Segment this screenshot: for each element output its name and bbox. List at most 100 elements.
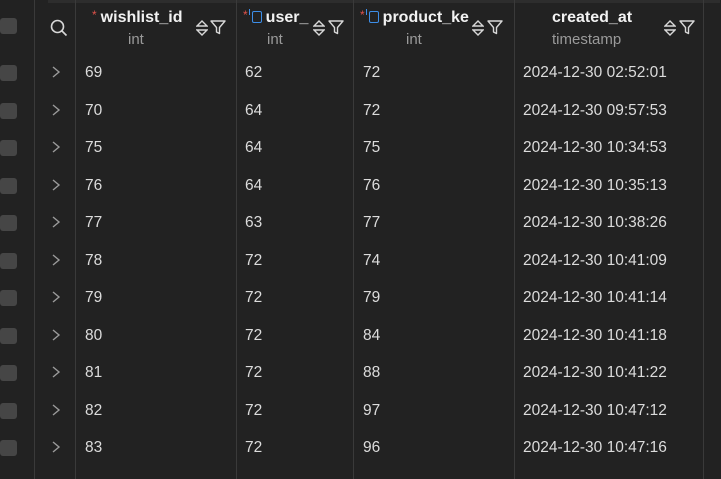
chevron-right-icon[interactable] — [50, 328, 62, 342]
chevron-right-icon[interactable] — [50, 178, 62, 192]
cell-wishlist-id[interactable]: 83 — [85, 429, 102, 466]
cell-user-[interactable]: 62 — [245, 54, 262, 91]
cell-user-[interactable]: 72 — [245, 317, 262, 354]
cell-product-ke[interactable]: 72 — [363, 92, 380, 129]
cell-user-[interactable]: 64 — [245, 92, 262, 129]
table-row[interactable]: 69 62 72 2024-12-30 02:52:01 — [0, 54, 721, 91]
chevron-right-icon[interactable] — [50, 253, 62, 267]
row-checkbox[interactable] — [0, 65, 17, 81]
chevron-right-icon[interactable] — [50, 403, 62, 417]
table-row[interactable]: 83 72 96 2024-12-30 10:47:16 — [0, 429, 721, 466]
grid-header: * wishlist_id int * user_ int * product_… — [0, 0, 721, 54]
cell-product-ke[interactable]: 76 — [363, 167, 380, 204]
row-checkbox[interactable] — [0, 140, 17, 156]
row-checkbox[interactable] — [0, 402, 17, 419]
column-header-wishlist-id[interactable]: * wishlist_id int — [76, 0, 236, 54]
column-name-text: wishlist_id — [100, 9, 183, 26]
chevron-right-icon[interactable] — [50, 103, 62, 117]
cell-product-ke[interactable]: 77 — [363, 204, 380, 241]
sort-icon[interactable] — [196, 19, 208, 37]
filter-icon[interactable] — [679, 19, 695, 35]
table-row[interactable]: 70 64 72 2024-12-30 09:57:53 — [0, 92, 721, 129]
table-row[interactable]: 78 72 74 2024-12-30 10:41:09 — [0, 242, 721, 279]
select-all-checkbox[interactable] — [0, 18, 17, 34]
cell-wishlist-id[interactable]: 81 — [85, 354, 102, 391]
cell-wishlist-id[interactable]: 69 — [85, 54, 102, 91]
cell-user-[interactable]: 72 — [245, 354, 262, 391]
cell-created-at[interactable]: 2024-12-30 10:47:12 — [523, 392, 667, 429]
cell-product-ke[interactable]: 96 — [363, 429, 380, 466]
sort-icon[interactable] — [313, 19, 325, 37]
row-checkbox[interactable] — [0, 440, 17, 456]
row-checkbox[interactable] — [0, 327, 17, 344]
column-type: int — [267, 31, 283, 48]
cell-product-ke[interactable]: 72 — [363, 54, 380, 91]
column-header-user[interactable]: * user_ int — [237, 0, 353, 54]
cell-created-at[interactable]: 2024-12-30 10:34:53 — [523, 129, 667, 166]
cell-created-at[interactable]: 2024-12-30 09:57:53 — [523, 92, 667, 129]
cell-user-[interactable]: 72 — [245, 392, 262, 429]
cell-wishlist-id[interactable]: 82 — [85, 392, 102, 429]
cell-created-at[interactable]: 2024-12-30 10:41:18 — [523, 317, 667, 354]
cell-wishlist-id[interactable]: 80 — [85, 317, 102, 354]
chevron-right-icon[interactable] — [50, 290, 62, 304]
chevron-right-icon[interactable] — [50, 65, 62, 79]
cell-wishlist-id[interactable]: 70 — [85, 92, 102, 129]
cell-created-at[interactable]: 2024-12-30 10:41:09 — [523, 242, 667, 279]
chevron-right-icon[interactable] — [50, 140, 62, 154]
table-row[interactable]: 75 64 75 2024-12-30 10:34:53 — [0, 129, 721, 166]
cell-product-ke[interactable]: 79 — [363, 279, 380, 316]
row-checkbox[interactable] — [0, 177, 17, 194]
cell-product-ke[interactable]: 84 — [363, 317, 380, 354]
column-name: * product_ke — [360, 9, 473, 27]
cell-user-[interactable]: 72 — [245, 242, 262, 279]
cell-wishlist-id[interactable]: 77 — [85, 204, 102, 241]
column-name-text: user_ — [265, 9, 309, 26]
cell-wishlist-id[interactable]: 76 — [85, 167, 102, 204]
chevron-right-icon[interactable] — [50, 215, 62, 229]
row-checkbox[interactable] — [0, 290, 17, 306]
cell-user-[interactable]: 72 — [245, 279, 262, 316]
table-row[interactable]: 80 72 84 2024-12-30 10:41:18 — [0, 317, 721, 354]
sort-icon[interactable] — [664, 19, 676, 37]
chevron-right-icon[interactable] — [50, 365, 62, 379]
cell-created-at[interactable]: 2024-12-30 10:47:16 — [523, 429, 667, 466]
row-checkbox[interactable] — [0, 102, 17, 119]
table-row[interactable]: 82 72 97 2024-12-30 10:47:12 — [0, 392, 721, 429]
row-checkbox[interactable] — [0, 215, 17, 231]
column-type: timestamp — [552, 31, 622, 48]
column-type: int — [128, 31, 144, 48]
filter-icon[interactable] — [210, 19, 226, 35]
table-row[interactable]: 81 72 88 2024-12-30 10:41:22 — [0, 354, 721, 391]
cell-user-[interactable]: 72 — [245, 429, 262, 466]
filter-icon[interactable] — [328, 19, 344, 35]
table-row[interactable]: 76 64 76 2024-12-30 10:35:13 — [0, 167, 721, 204]
cell-user-[interactable]: 63 — [245, 204, 262, 241]
foreign-key-icon — [248, 9, 262, 23]
cell-created-at[interactable]: 2024-12-30 10:41:14 — [523, 279, 667, 316]
table-row[interactable]: 79 72 79 2024-12-30 10:41:14 — [0, 279, 721, 316]
chevron-right-icon[interactable] — [50, 440, 62, 454]
cell-created-at[interactable]: 2024-12-30 02:52:01 — [523, 54, 667, 91]
column-name: created_at — [552, 9, 633, 26]
row-checkbox[interactable] — [0, 365, 17, 381]
cell-product-ke[interactable]: 74 — [363, 242, 380, 279]
cell-wishlist-id[interactable]: 78 — [85, 242, 102, 279]
filter-icon[interactable] — [487, 19, 503, 35]
column-header-created-at[interactable]: created_at timestamp — [515, 0, 703, 54]
sort-icon[interactable] — [472, 19, 484, 37]
cell-created-at[interactable]: 2024-12-30 10:38:26 — [523, 204, 667, 241]
cell-product-ke[interactable]: 88 — [363, 354, 380, 391]
search-icon[interactable] — [50, 19, 68, 37]
cell-product-ke[interactable]: 75 — [363, 129, 380, 166]
table-row[interactable]: 77 63 77 2024-12-30 10:38:26 — [0, 204, 721, 241]
cell-user-[interactable]: 64 — [245, 129, 262, 166]
cell-wishlist-id[interactable]: 75 — [85, 129, 102, 166]
cell-created-at[interactable]: 2024-12-30 10:35:13 — [523, 167, 667, 204]
column-header-product-key[interactable]: * product_ke int — [354, 0, 514, 54]
cell-created-at[interactable]: 2024-12-30 10:41:22 — [523, 354, 667, 391]
row-checkbox[interactable] — [0, 252, 17, 269]
cell-product-ke[interactable]: 97 — [363, 392, 380, 429]
cell-user-[interactable]: 64 — [245, 167, 262, 204]
cell-wishlist-id[interactable]: 79 — [85, 279, 102, 316]
